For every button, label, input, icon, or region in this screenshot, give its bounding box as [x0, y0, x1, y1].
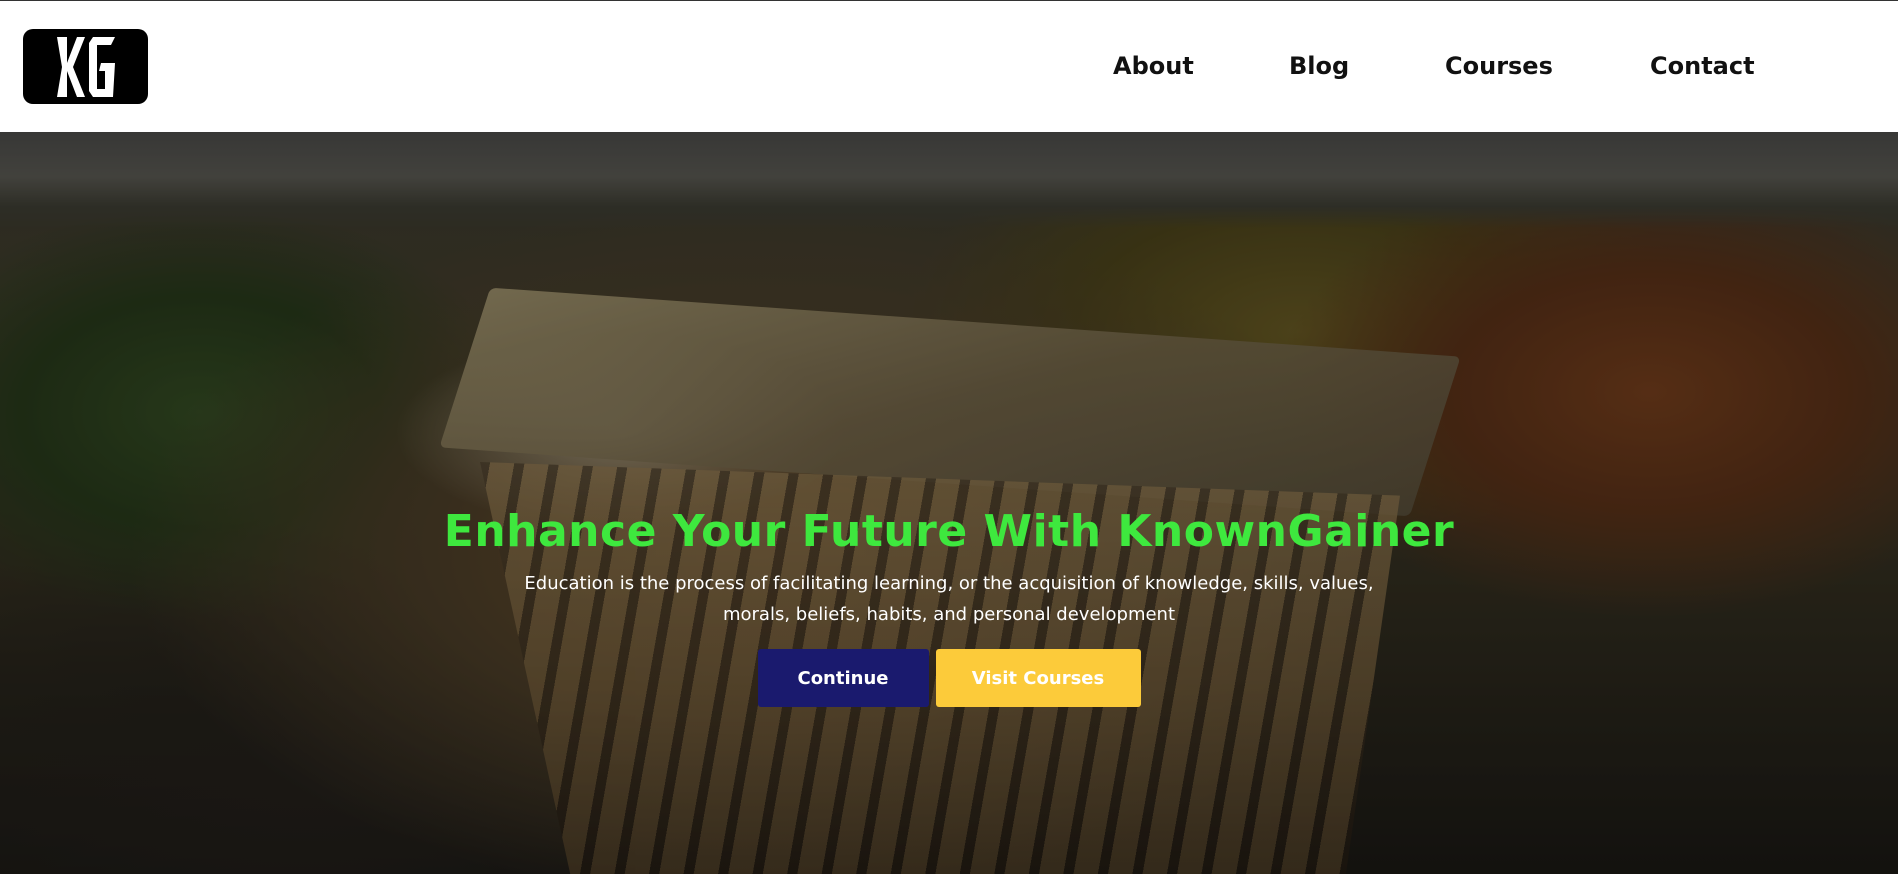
main-nav: About Blog Courses Contact [0, 48, 1898, 84]
navbar: About Blog Courses Contact [0, 1, 1898, 132]
hero-buttons: Continue Visit Courses [0, 649, 1898, 707]
page: About Blog Courses Contact Enhance Your … [0, 0, 1898, 874]
hero-content: Enhance Your Future With KnownGainer Edu… [0, 502, 1898, 707]
visit-courses-button[interactable]: Visit Courses [935, 649, 1141, 707]
nav-courses[interactable]: Courses [1445, 48, 1553, 84]
nav-about[interactable]: About [1113, 48, 1194, 84]
hero-title: Enhance Your Future With KnownGainer [443, 506, 1455, 557]
hero-section: Enhance Your Future With KnownGainer Edu… [0, 132, 1898, 874]
hero-subtitle: Education is the process of facilitating… [524, 573, 1374, 625]
continue-button[interactable]: Continue [757, 649, 929, 707]
nav-contact[interactable]: Contact [1650, 48, 1755, 84]
nav-blog[interactable]: Blog [1289, 48, 1349, 84]
